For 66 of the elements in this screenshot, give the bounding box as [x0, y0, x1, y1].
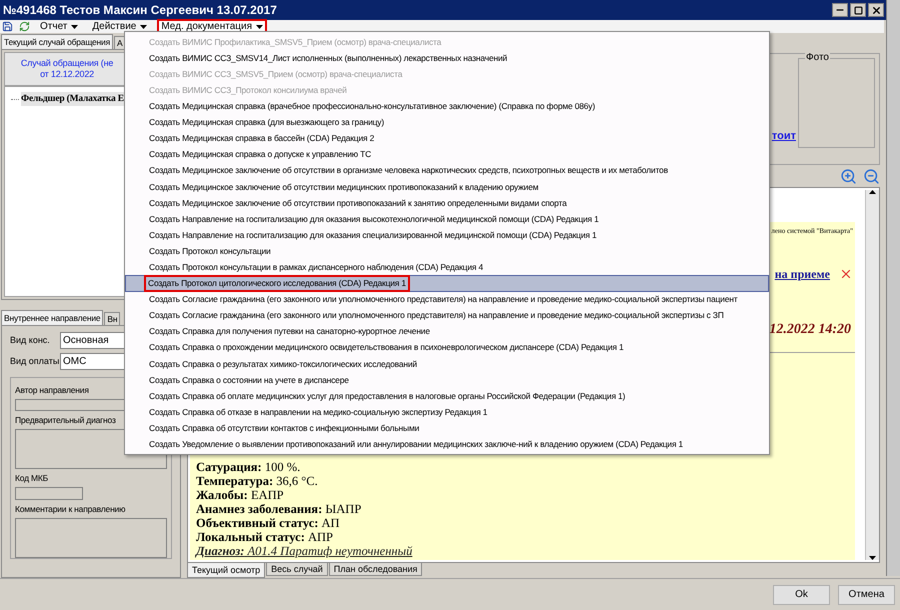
scroll-down-icon[interactable]	[869, 556, 876, 560]
menu-item[interactable]: Создать Медицинская справка (врачебное профессионально-консультативное заключение) (Справка по форме 086у)	[125, 98, 769, 114]
document-line: Температура: 36,6 °С.	[196, 474, 319, 488]
caret-icon	[256, 24, 264, 28]
field-label: Предварительный диагноз	[15, 414, 117, 426]
menu-item[interactable]: Создать Протокол консультации в рамках диспансерного наблюдения (CDA) Редакция 4	[125, 259, 769, 276]
toolbar-menu[interactable]: Действие	[88, 19, 152, 34]
maximize-button[interactable]	[850, 3, 866, 17]
document-line: Анамнез заболевания: ЫАПР	[196, 502, 362, 516]
menu-item[interactable]: Создать Справка об оплате медицинских услуг для предоставления в налоговые органы Российской Федерации (Редакция 1)	[125, 388, 769, 404]
menu-item[interactable]: Создать Согласие гражданина (его законного или уполномоченного представителя) на направление и проведение медико-социальной экспертизы пациент	[125, 292, 769, 308]
minimize-button[interactable]	[832, 3, 848, 17]
caret-icon	[140, 24, 148, 28]
tab[interactable]: Весь случай	[266, 563, 328, 576]
dialog-button[interactable]: Отмена	[838, 584, 895, 604]
menu-item[interactable]: Создать Согласие гражданина (его законного или уполномоченного представителя) на направление и проведение медико-социальной экспертизы с ЗП	[125, 308, 769, 324]
patient-link[interactable]: тоит	[772, 128, 796, 144]
menu-item[interactable]: Создать Протокол консультации	[125, 243, 769, 260]
menu-item[interactable]: Создать Медицинская справка в бассейн (CDA) Редакция 2	[125, 130, 769, 147]
field-label: Вид конс.	[10, 334, 51, 347]
menu-item[interactable]: Создать Направление на госпитализацию для оказания высокотехнологичной медицинской помощи (CDA) Редакция 1	[125, 211, 769, 228]
scrollbar[interactable]	[865, 190, 879, 560]
field-label: Комментарии к направлению	[15, 503, 126, 515]
dialog-button[interactable]: Ok	[773, 584, 830, 604]
document-link[interactable]: на приеме	[774, 264, 830, 282]
document-line: Объективный статус: АП	[196, 516, 341, 530]
menu-item[interactable]: Создать Медицинское заключение об отсутствии в организме человека наркотических средств, психотропных веществ и их метаболитов	[125, 162, 769, 179]
input-field[interactable]	[15, 487, 83, 500]
zoom-in-icon[interactable]	[840, 168, 857, 184]
close-button[interactable]	[868, 3, 884, 17]
document-line: Жалобы: ЕАПР	[196, 488, 285, 502]
menu-item[interactable]: Создать Медицинское заключение об отсутствии медицинских противопоказаний к владению оружием	[125, 178, 769, 195]
menu-item[interactable]: Создать Направление на госпитализацию для оказания специализированной медицинской помощи (CDA) Редакция 1	[125, 227, 769, 244]
zoom-out-icon[interactable]	[863, 168, 880, 184]
menu-item[interactable]: Создать Уведомление о выявлении противопоказаний или аннулировании медицинских заключе-ний к владению оружием (CDA) Редакция 1	[125, 436, 769, 452]
menu-item[interactable]: Создать Протокол цитологического исследования (CDA) Редакция 1	[125, 275, 769, 292]
text-area[interactable]	[15, 518, 167, 558]
tab[interactable]: Вн	[104, 312, 120, 325]
menu-item[interactable]: Создать ВИМИС ССЗ_SMSV14_Лист исполненных (выполненных) лекарственных назначений	[125, 50, 769, 66]
window-title: №491468 Тестов Максин Сергеевич 13.07.2017	[3, 2, 277, 19]
menu-item[interactable]: Создать Справка о состоянии на учете в диспансере	[125, 372, 769, 388]
document-line: Сатурация: 100 %.	[196, 460, 302, 474]
document-date: 12.2022 14:20	[769, 320, 852, 338]
maximize-icon	[854, 6, 862, 14]
close-icon	[870, 4, 882, 16]
field-label: Код МКБ	[15, 472, 50, 484]
field-label: Автор направления	[15, 384, 90, 396]
diagnosis-line[interactable]: Диагноз: A01.4 Паратиф неуточненный	[196, 544, 855, 558]
case-header-text: Случай обращения (не	[20, 58, 114, 69]
document-line: Локальный статус: АПР	[196, 530, 334, 544]
tab[interactable]: Текущий случай обращения	[1, 34, 114, 49]
menu-item[interactable]: Создать Медицинская справка (для выезжающего за границу)	[125, 114, 769, 131]
menu-item[interactable]: Создать Справка об отсутствии контактов с инфекционными больными	[125, 420, 769, 436]
case-header-text: от 12.12.2022	[39, 69, 95, 80]
menu-item[interactable]: Создать Справка об отказе в направлении на медико-социальную экспертизу Редакция 1	[125, 404, 769, 420]
tab[interactable]: Текущий осмотр	[187, 563, 266, 578]
refresh-icon[interactable]	[19, 21, 30, 32]
tab[interactable]: План обследования	[328, 563, 422, 576]
save-icon[interactable]	[2, 21, 13, 32]
tree-item[interactable]: Фельдшер (Малахатка Е	[21, 92, 124, 106]
tab[interactable]: Внутреннее направление	[1, 310, 104, 325]
menu-item[interactable]: Создать Медицинская справка о допуске к управлению ТС	[125, 146, 769, 163]
menu-item[interactable]: Создать Медицинское заключение об отсутствии противопоказаний к занятию определенными видами спорта	[125, 194, 769, 212]
toolbar-menu[interactable]: Отчет	[36, 19, 82, 34]
caret-icon	[71, 24, 78, 28]
scroll-up-icon[interactable]	[869, 190, 876, 194]
